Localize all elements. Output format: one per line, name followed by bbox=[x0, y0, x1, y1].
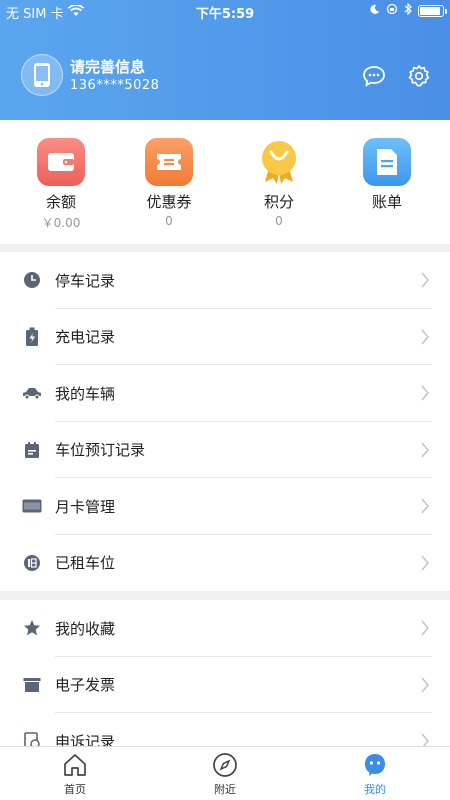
tab-nearby[interactable]: 附近 bbox=[185, 751, 265, 797]
phone-icon bbox=[34, 63, 50, 87]
chat-bubble-icon bbox=[363, 66, 385, 87]
quick-points-value: 0 bbox=[275, 214, 283, 228]
home-icon bbox=[61, 751, 89, 779]
tab-mine[interactable]: 我的 bbox=[335, 751, 415, 797]
menu-label: 停车记录 bbox=[55, 271, 116, 290]
profile-icon bbox=[361, 751, 389, 779]
medal-icon bbox=[255, 138, 303, 186]
rent-icon bbox=[22, 553, 42, 573]
menu-label: 月卡管理 bbox=[55, 497, 116, 516]
menu-label: 我的车辆 bbox=[55, 384, 116, 403]
avatar[interactable] bbox=[21, 54, 63, 96]
menu-label: 车位预订记录 bbox=[55, 441, 146, 460]
menu-my-vehicles[interactable]: 我的车辆 bbox=[0, 365, 450, 422]
menu-label: 电子发票 bbox=[55, 676, 116, 695]
status-bar: 无 SIM 卡 下午5:59 bbox=[0, 0, 450, 22]
quick-coupon-label: 优惠券 bbox=[146, 193, 192, 211]
menu-favorites[interactable]: 我的收藏 bbox=[0, 600, 450, 657]
chevron-right-icon bbox=[421, 272, 429, 288]
menu-label: 充电记录 bbox=[55, 328, 116, 347]
quick-coupon-value: 0 bbox=[165, 214, 173, 228]
battery-status-icon bbox=[418, 5, 447, 17]
battery-icon bbox=[22, 327, 42, 347]
quick-coupon[interactable]: 优惠券 0 bbox=[119, 138, 219, 228]
chevron-right-icon bbox=[421, 620, 429, 636]
rotation-lock-icon bbox=[386, 3, 398, 19]
menu-parking-records[interactable]: 停车记录 bbox=[0, 252, 450, 309]
chevron-right-icon bbox=[421, 498, 429, 514]
star-icon bbox=[22, 618, 42, 638]
compass-icon bbox=[211, 751, 239, 779]
profile-header: 无 SIM 卡 下午5:59 请完善信息 136****5028 bbox=[0, 0, 450, 120]
quick-bill-label: 账单 bbox=[371, 193, 402, 211]
menu-charging-records[interactable]: 充电记录 bbox=[0, 309, 450, 365]
chevron-right-icon bbox=[421, 677, 429, 693]
quick-actions: 余额 ￥0.00 优惠券 0 积分 0 账单 bbox=[0, 120, 450, 244]
menu-group-other: 我的收藏 电子发票 申诉记录 bbox=[0, 600, 450, 770]
ticket-icon bbox=[145, 138, 193, 186]
invoice-icon bbox=[22, 675, 42, 695]
menu-label: 我的收藏 bbox=[55, 619, 116, 638]
tab-label: 首页 bbox=[64, 783, 86, 796]
quick-points[interactable]: 积分 0 bbox=[229, 138, 329, 228]
gear-icon bbox=[408, 65, 430, 87]
user-name[interactable]: 请完善信息 bbox=[70, 56, 145, 77]
menu-monthly-card[interactable]: 月卡管理 bbox=[0, 478, 450, 535]
calendar-icon bbox=[22, 440, 42, 460]
wallet-icon bbox=[37, 138, 85, 186]
tab-home[interactable]: 首页 bbox=[35, 751, 115, 797]
moon-icon bbox=[369, 4, 380, 19]
menu-e-invoice[interactable]: 电子发票 bbox=[0, 657, 450, 713]
tab-label: 附近 bbox=[214, 783, 236, 796]
chevron-right-icon bbox=[421, 329, 429, 345]
bill-icon bbox=[363, 138, 411, 186]
bottom-tab-bar: 首页 附近 我的 bbox=[0, 746, 450, 800]
settings-button[interactable] bbox=[407, 64, 431, 88]
quick-balance-value: ￥0.00 bbox=[41, 216, 81, 230]
card-icon bbox=[22, 496, 42, 516]
chevron-right-icon bbox=[421, 385, 429, 401]
chevron-right-icon bbox=[421, 555, 429, 571]
clock-icon bbox=[22, 270, 42, 290]
quick-bill[interactable]: 账单 bbox=[337, 138, 437, 214]
car-icon bbox=[22, 383, 42, 403]
message-button[interactable] bbox=[362, 64, 386, 88]
menu-label: 已租车位 bbox=[55, 554, 116, 573]
user-phone: 136****5028 bbox=[70, 78, 160, 93]
quick-balance-label: 余额 bbox=[45, 193, 76, 211]
chevron-right-icon bbox=[421, 442, 429, 458]
bluetooth-icon bbox=[404, 2, 412, 19]
menu-rented-spaces[interactable]: 已租车位 bbox=[0, 535, 450, 592]
menu-space-booking-records[interactable]: 车位预订记录 bbox=[0, 422, 450, 478]
quick-balance[interactable]: 余额 ￥0.00 bbox=[11, 138, 111, 231]
tab-label: 我的 bbox=[364, 783, 386, 796]
menu-group-records: 停车记录 充电记录 我的车辆 车位预订记录 月卡管理 已租车位 bbox=[0, 252, 450, 591]
quick-points-label: 积分 bbox=[263, 193, 294, 211]
